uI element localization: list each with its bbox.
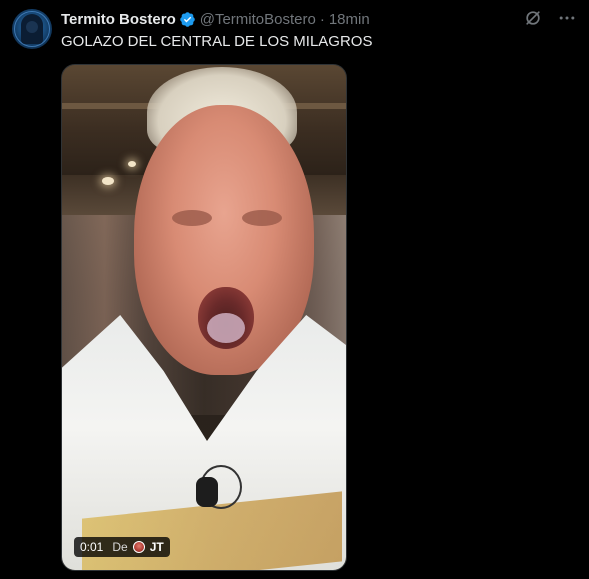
author-handle[interactable]: @TermitoBostero bbox=[200, 11, 316, 28]
video-source-label: De bbox=[112, 540, 128, 554]
tweet-timestamp[interactable]: 18min bbox=[329, 11, 370, 28]
tweet-video[interactable]: 0:01 De JT bbox=[61, 64, 347, 571]
author-avatar[interactable] bbox=[12, 9, 52, 49]
tweet[interactable]: Termito Bostero @TermitoBostero · 18min bbox=[0, 0, 589, 579]
video-elapsed-time: 0:01 bbox=[80, 540, 104, 554]
avatar-face bbox=[26, 21, 38, 33]
video-person-eye bbox=[172, 210, 212, 226]
tweet-header: Termito Bostero @TermitoBostero · 18min bbox=[61, 9, 370, 29]
video-person-tongue bbox=[207, 313, 245, 343]
video-lamp bbox=[102, 177, 114, 185]
video-source-initials[interactable]: JT bbox=[150, 540, 164, 554]
video-source-avatar bbox=[132, 541, 145, 553]
video-mic bbox=[196, 477, 218, 507]
more-icon[interactable] bbox=[557, 8, 577, 28]
meta-separator: · bbox=[319, 10, 325, 28]
tweet-text: GOLAZO DEL CENTRAL DE LOS MILAGROS bbox=[61, 33, 373, 50]
grok-icon[interactable] bbox=[523, 8, 543, 28]
tweet-actions-top bbox=[523, 8, 577, 28]
video-lamp bbox=[128, 161, 136, 167]
video-frame bbox=[62, 65, 346, 570]
video-info-badge[interactable]: 0:01 De JT bbox=[74, 537, 170, 557]
video-person-eye bbox=[242, 210, 282, 226]
author-name[interactable]: Termito Bostero bbox=[61, 11, 176, 28]
verified-badge-icon[interactable] bbox=[179, 11, 196, 28]
